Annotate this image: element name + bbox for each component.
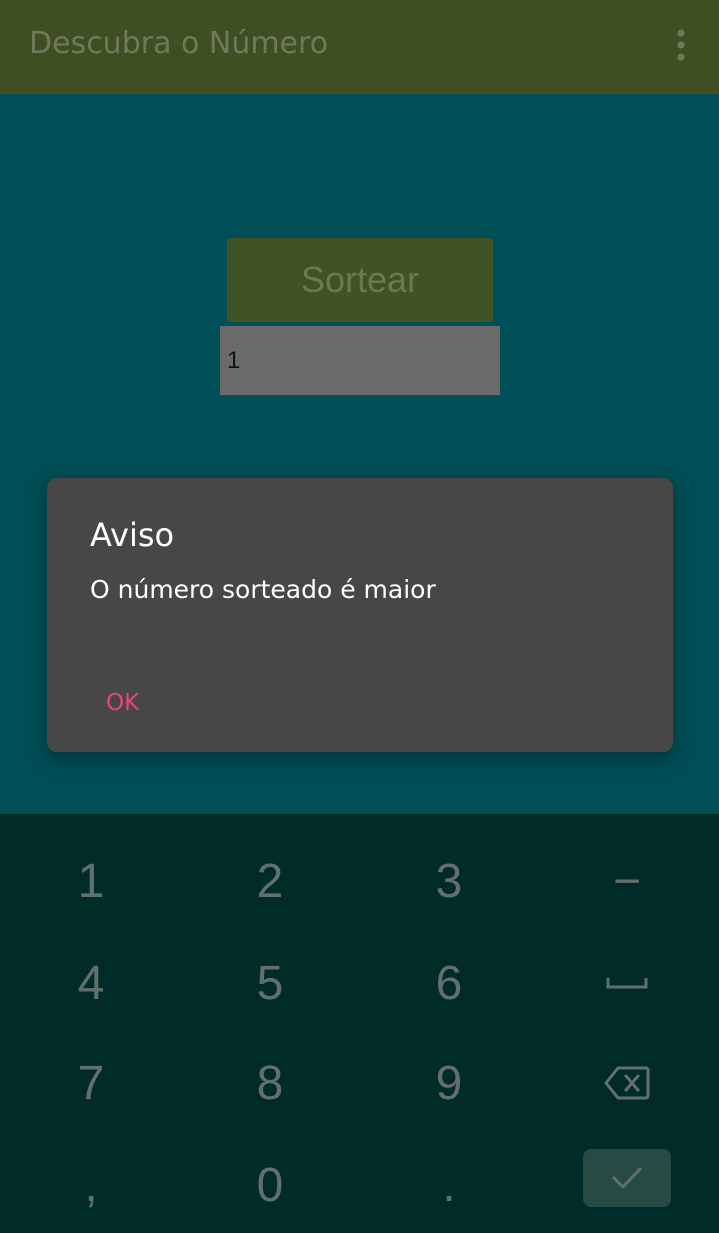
key-minus[interactable]: − (557, 836, 697, 926)
key-1[interactable]: 1 (21, 836, 161, 926)
dialog-title: Aviso (90, 516, 175, 554)
alert-dialog: Aviso O número sorteado é maior OK (47, 478, 673, 752)
key-8[interactable]: 8 (200, 1038, 340, 1128)
key-backspace[interactable] (557, 1038, 697, 1128)
numeric-keyboard: 1 2 3 − 4 5 6 7 8 9 , 0 . (0, 814, 719, 1233)
key-9[interactable]: 9 (379, 1038, 519, 1128)
key-period[interactable]: . (379, 1140, 519, 1230)
app-bar: Descubra o Número (0, 0, 719, 94)
backspace-icon (604, 1066, 650, 1100)
key-6[interactable]: 6 (379, 938, 519, 1028)
key-3[interactable]: 3 (379, 836, 519, 926)
key-2[interactable]: 2 (200, 836, 340, 926)
key-comma[interactable]: , (21, 1140, 161, 1230)
key-7[interactable]: 7 (21, 1038, 161, 1128)
number-input[interactable]: 1 (220, 326, 500, 395)
key-4[interactable]: 4 (21, 938, 161, 1028)
app-title: Descubra o Número (29, 26, 329, 61)
space-bar-icon (606, 978, 648, 989)
dialog-message: O número sorteado é maior (90, 575, 436, 604)
dialog-ok-button[interactable]: OK (94, 684, 151, 722)
draw-button[interactable]: Sortear (227, 238, 493, 322)
check-icon (612, 1167, 642, 1189)
key-space[interactable] (557, 938, 697, 1028)
key-0[interactable]: 0 (200, 1140, 340, 1230)
more-vert-icon[interactable] (670, 28, 692, 62)
key-done[interactable] (583, 1149, 671, 1207)
key-5[interactable]: 5 (200, 938, 340, 1028)
